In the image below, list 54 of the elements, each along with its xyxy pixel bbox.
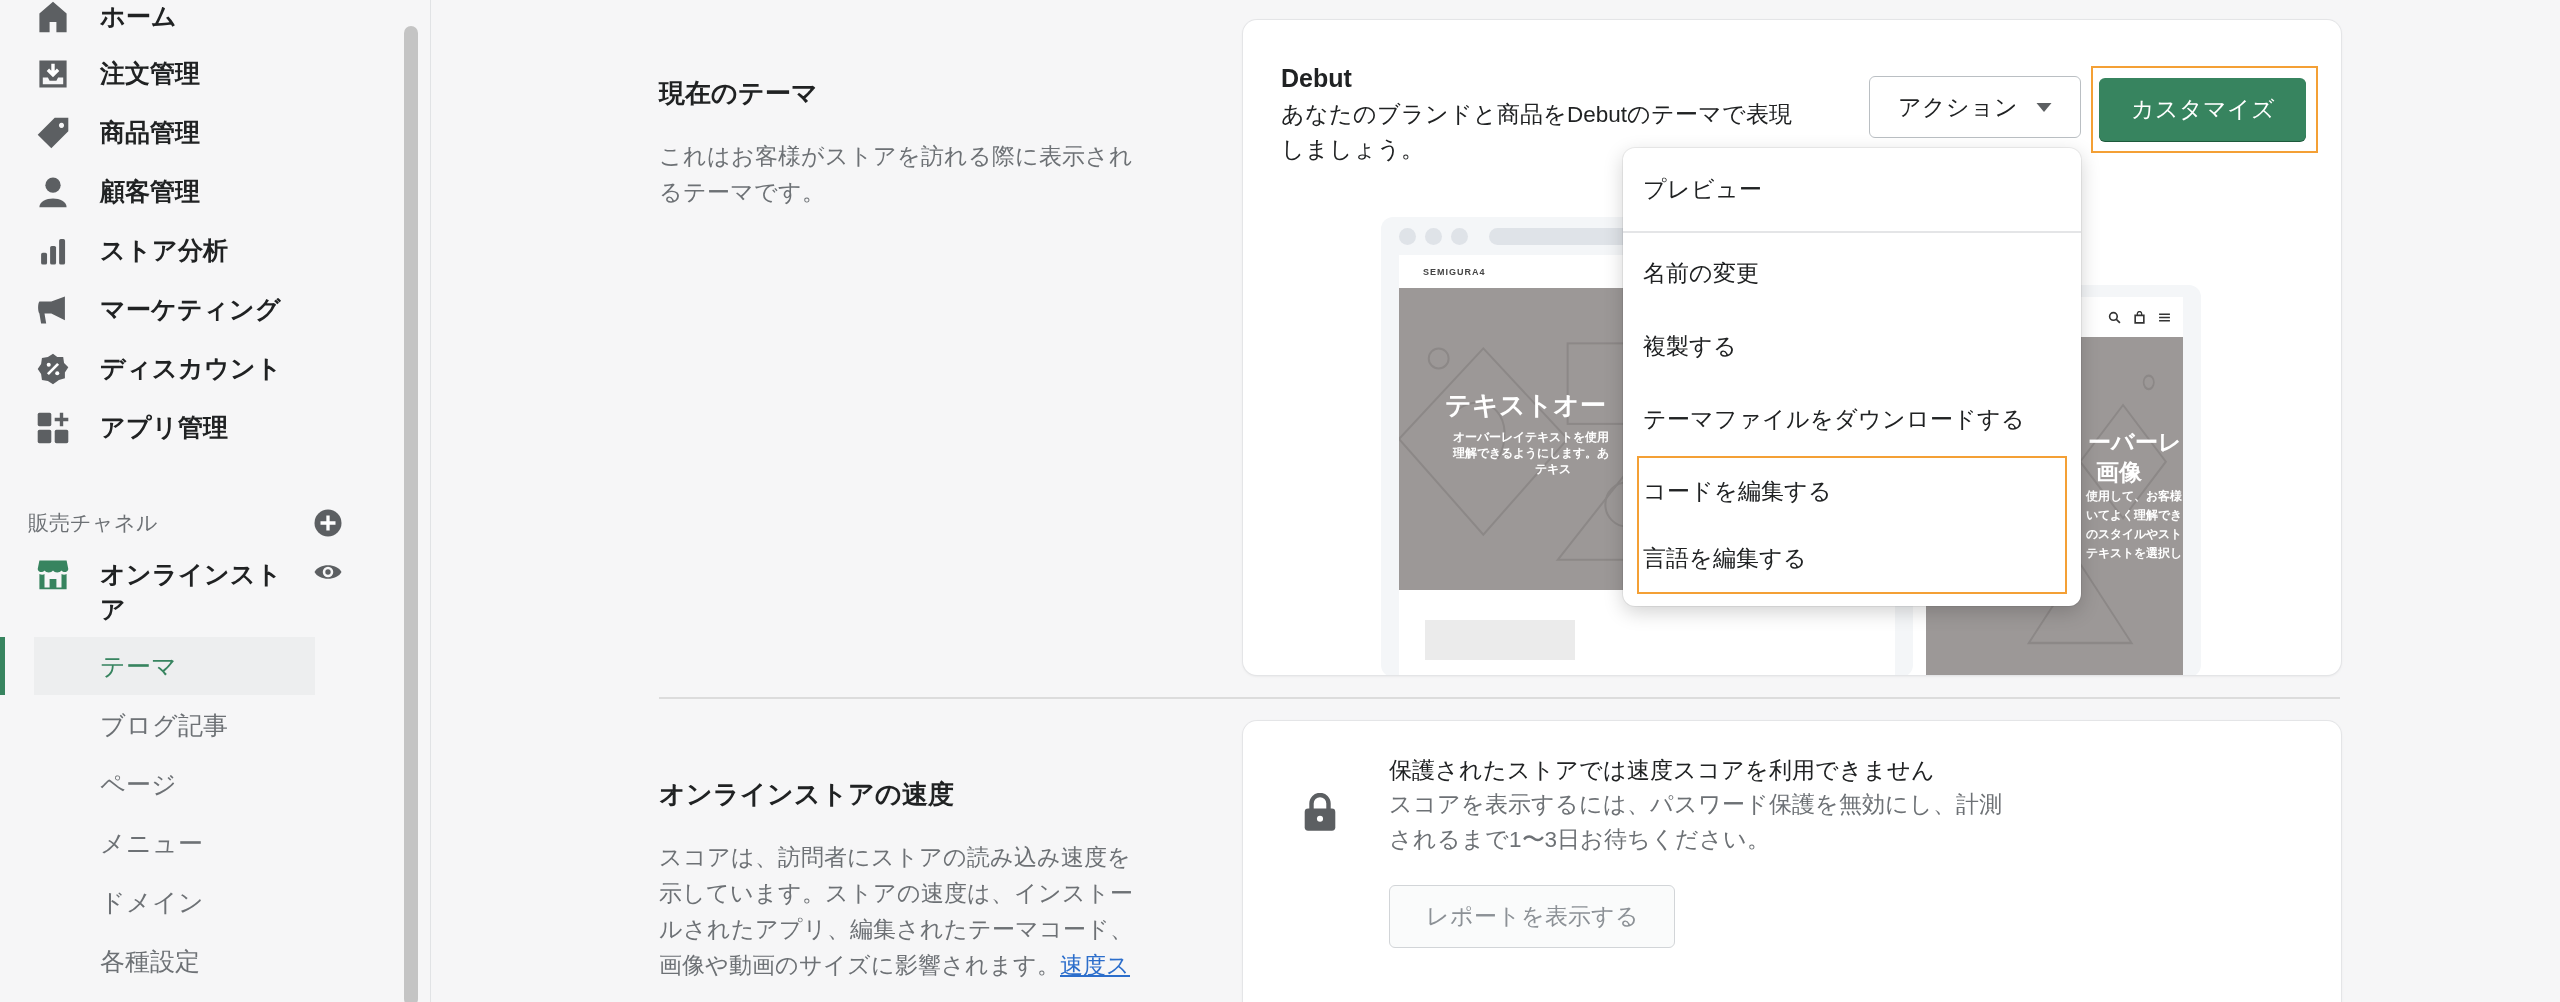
store-icon (36, 557, 70, 591)
sub-nav-item[interactable]: ブログ記事 (0, 696, 315, 754)
customize-button[interactable]: カスタマイズ (2099, 78, 2306, 141)
nav-item[interactable]: 商品管理 (100, 116, 200, 149)
hero-text: 使用して、お客様 (2086, 488, 2182, 505)
tag-icon (36, 115, 70, 150)
sub-nav-item[interactable]: ドメイン (0, 873, 315, 931)
menu-item[interactable]: テーマファイルをダウンロードする (1623, 383, 2081, 456)
theme-name: Debut (1281, 64, 1353, 93)
menu-item[interactable]: コードを編集する (1639, 458, 2065, 525)
hero-heading: 画像 (2096, 458, 2142, 487)
badge-percent-icon (36, 351, 70, 386)
hero-text: 理解できるようにします。あ (1453, 445, 1609, 461)
store-name: SEMIGURA4 (1423, 266, 1486, 277)
lock-icon (1303, 793, 1337, 831)
home-icon (36, 0, 70, 34)
menu-item[interactable]: 複製する (1623, 310, 2081, 383)
menu-item[interactable]: 名前の変更 (1623, 237, 2081, 310)
nav-item[interactable]: 顧客管理 (100, 175, 200, 208)
hero-text: いてよく理解でき (2086, 507, 2182, 524)
nav-item[interactable]: ホーム (100, 0, 177, 33)
actions-button[interactable]: アクション (1869, 76, 2081, 138)
hero-text: オーバーレイテキストを使用 (1453, 429, 1609, 445)
sub-nav-item[interactable]: ページ (0, 755, 315, 813)
sub-nav-item[interactable]: メニュー (0, 814, 315, 872)
menu-item[interactable]: 言語を編集する (1639, 525, 2065, 592)
nav-item[interactable]: ストア分析 (100, 234, 228, 267)
apps-icon (36, 410, 70, 445)
hero-text: テキストを選択し (2086, 545, 2182, 562)
hero-heading: テキストオー (1445, 389, 1606, 422)
nav-item[interactable]: 注文管理 (100, 57, 200, 90)
section-description: スコアは、訪問者にストアの読み込み速度を示しています。ストアの速度は、インストールされたアプリ、編集されたテーマコード、画像や動画のサイズに影響されます。速度ス (659, 844, 1134, 980)
add-icon[interactable] (313, 508, 343, 538)
caret-icon (2036, 102, 2052, 112)
hero-text: テキス (1535, 461, 1571, 477)
nav-item[interactable]: アプリ管理 (100, 411, 228, 444)
notice-title: 保護されたストアでは速度スコアを利用できません (1389, 756, 1936, 785)
hero-text: のスタイルやスト (2086, 526, 2182, 543)
nav-item[interactable]: マーケティング (100, 293, 281, 326)
section-heading: 現在のテーマ (659, 77, 819, 110)
section-description: これはお客様がストアを訪れる際に表示されるテーマです。 (659, 143, 1134, 207)
section-heading: オンラインストアの速度 (659, 778, 955, 811)
sub-nav-item[interactable]: 各種設定 (0, 932, 315, 990)
bag-icon (2133, 310, 2146, 324)
scrollbar[interactable] (404, 26, 418, 1002)
link[interactable]: 速度ス (1060, 953, 1130, 978)
menu-item[interactable]: プレビュー (1623, 148, 2081, 233)
nav-item[interactable]: オンラインストア (100, 557, 300, 627)
nav-item[interactable]: ディスカウント (100, 352, 282, 385)
search-icon (2108, 310, 2121, 324)
sub-nav-item[interactable]: テーマ (0, 637, 315, 695)
notice-description: スコアを表示するには、パスワード保護を無効にし、計測されるまで1〜3日お待ちください。 (1389, 791, 2003, 854)
hero-heading: ーバーレ (2088, 428, 2182, 457)
section-heading: 販売チャネル (28, 510, 158, 536)
